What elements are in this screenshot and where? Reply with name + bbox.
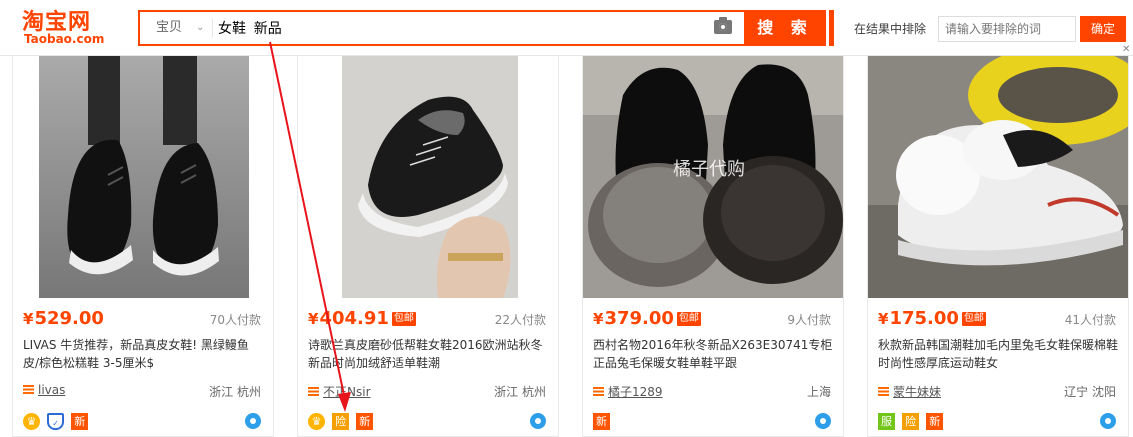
header-bar: 淘宝网 Taobao.com 宝贝 ⌄ 搜 索 在结果中排除 确定 <box>0 0 1133 56</box>
free-shipping-badge: 包邮 <box>676 312 701 326</box>
shop-name: 橘子1289 <box>608 385 663 399</box>
service-tags: 新 <box>593 413 612 431</box>
price-value: 379.00 <box>604 308 674 329</box>
product-title[interactable]: LIVAS 牛货推荐，新品真皮女鞋! 黑绿鳗鱼皮/棕色松糕鞋 3-5厘米$ <box>23 336 263 372</box>
product-photo-shoes <box>39 55 249 298</box>
wangwang-chat-icon[interactable] <box>245 413 261 429</box>
product-image[interactable] <box>13 55 273 298</box>
wangwang-chat-icon[interactable] <box>815 413 831 429</box>
consumer-protection-icon[interactable]: ✓ <box>47 413 65 430</box>
product-card[interactable]: ¥529.00 70人付款 LIVAS 牛货推荐，新品真皮女鞋! 黑绿鳗鱼皮/棕… <box>12 55 274 437</box>
product-photo-fur-sneaker <box>868 55 1128 298</box>
price-currency: ¥ <box>23 310 34 328</box>
price-value: 529.00 <box>34 308 104 329</box>
service-tags: 服 险 新 <box>878 413 945 431</box>
price-currency: ¥ <box>308 310 319 328</box>
shop-name: livas <box>38 383 66 397</box>
price-currency: ¥ <box>878 310 889 328</box>
image-watermark: 橘子代购 <box>673 159 745 180</box>
price-value: 404.91 <box>319 308 389 329</box>
paid-count: 22人付款 <box>494 313 546 327</box>
exclude-input[interactable] <box>938 16 1076 42</box>
product-image[interactable]: 橘子代购 <box>583 55 843 298</box>
accent-bar <box>829 10 834 46</box>
product-image[interactable] <box>298 55 558 298</box>
product-title[interactable]: 秋款新品韩国潮鞋加毛内里兔毛女鞋保暖棉鞋时尚性感厚底运动鞋女 <box>878 336 1118 372</box>
shop-location: 辽宁 沈阳 <box>1064 385 1116 399</box>
service-tags: ♛ 险 新 <box>308 413 375 431</box>
product-title[interactable]: 诗歌兰真皮磨砂低帮鞋女鞋2016欧洲站秋冬新品时尚加绒舒适单鞋潮 <box>308 336 548 372</box>
gold-seller-icon[interactable]: ♛ <box>23 413 40 430</box>
price-currency: ¥ <box>593 310 604 328</box>
product-title[interactable]: 西村名物2016年秋冬新品X263E30741专柜正品兔毛保暖女鞋单鞋平跟 <box>593 336 833 372</box>
free-shipping-badge: 包邮 <box>391 312 416 326</box>
paid-count: 9人付款 <box>787 313 831 327</box>
shop-icon <box>308 387 319 396</box>
shop-name: 不正Nsir <box>323 385 371 399</box>
camera-icon[interactable] <box>714 17 732 34</box>
product-photo-sneaker <box>342 55 518 298</box>
insurance-icon[interactable]: 险 <box>902 413 920 430</box>
shop-icon <box>878 387 889 396</box>
product-card[interactable]: 橘子代购 ¥379.00 包邮 9人付款 西村名物2016年秋冬新品X263E30… <box>582 55 844 437</box>
shop-icon <box>23 385 34 394</box>
shop-link[interactable]: livas <box>23 383 65 397</box>
search-scope-select[interactable]: 宝贝 ⌄ <box>140 12 210 44</box>
search-scope-label: 宝贝 <box>156 20 183 35</box>
gold-seller-icon[interactable]: ♛ <box>308 413 325 430</box>
new-product-icon[interactable]: 新 <box>593 413 610 430</box>
service-tags: ♛ ✓ 新 <box>23 413 90 431</box>
search-input[interactable] <box>218 12 718 44</box>
product-card[interactable]: ¥404.91 包邮 22人付款 诗歌兰真皮磨砂低帮鞋女鞋2016欧洲站秋冬新品时… <box>297 55 559 437</box>
service-icon[interactable]: 服 <box>878 413 895 430</box>
shop-icon <box>593 387 604 396</box>
search-button[interactable]: 搜 索 <box>744 10 826 46</box>
paid-count: 41人付款 <box>1064 313 1116 327</box>
product-card[interactable]: ¥175.00 包邮 41人付款 秋款新品韩国潮鞋加毛内里兔毛女鞋保暖棉鞋时尚性感… <box>867 55 1129 437</box>
product-price: ¥404.91 包邮 <box>308 308 416 329</box>
paid-count: 70人付款 <box>209 313 261 327</box>
shop-location: 浙江 杭州 <box>494 385 546 399</box>
wangwang-chat-icon[interactable] <box>530 413 546 429</box>
new-product-icon[interactable]: 新 <box>926 413 944 430</box>
divider <box>212 18 213 38</box>
shop-link[interactable]: 不正Nsir <box>308 383 371 400</box>
logo-text-en: Taobao.com <box>24 32 105 46</box>
product-price: ¥529.00 <box>23 308 104 329</box>
new-product-icon[interactable]: 新 <box>356 413 374 430</box>
shop-name: 蒙牛妹妹 <box>893 385 942 399</box>
search-box: 宝贝 ⌄ 搜 索 <box>138 10 826 46</box>
new-product-icon[interactable]: 新 <box>71 413 89 430</box>
free-shipping-badge: 包邮 <box>961 312 986 326</box>
shop-location: 上海 <box>806 385 831 399</box>
taobao-logo[interactable]: 淘宝网 Taobao.com <box>10 4 130 48</box>
exclude-confirm-button[interactable]: 确定 <box>1080 16 1126 42</box>
shop-link[interactable]: 蒙牛妹妹 <box>878 383 941 400</box>
chevron-down-icon: ⌄ <box>196 22 205 33</box>
product-image[interactable] <box>868 55 1128 298</box>
exclude-label: 在结果中排除 <box>854 22 927 36</box>
insurance-icon[interactable]: 险 <box>332 413 350 430</box>
product-price: ¥175.00 包邮 <box>878 308 986 329</box>
price-value: 175.00 <box>889 308 959 329</box>
product-price: ¥379.00 包邮 <box>593 308 701 329</box>
shop-location: 浙江 杭州 <box>209 385 261 399</box>
shop-link[interactable]: 橘子1289 <box>593 383 663 400</box>
close-icon[interactable]: ✕ <box>1122 44 1130 55</box>
wangwang-chat-icon[interactable] <box>1100 413 1116 429</box>
